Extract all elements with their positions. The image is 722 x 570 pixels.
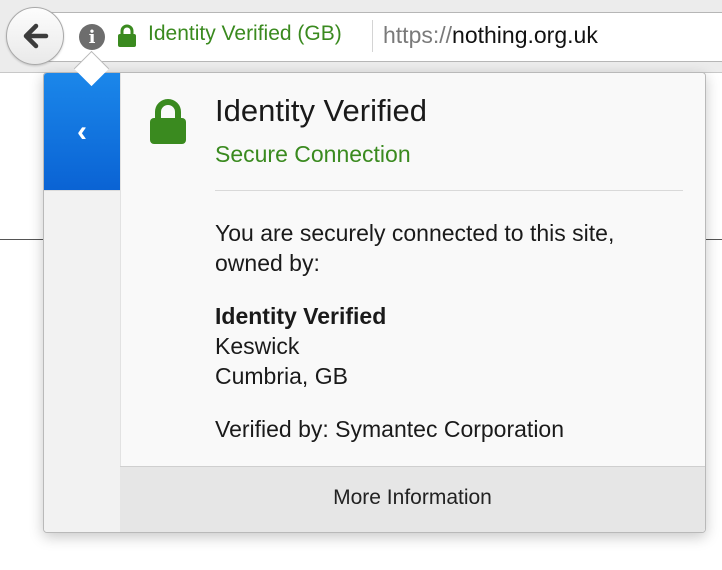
connection-description: You are securely connected to this site,…: [215, 220, 615, 276]
popup-main: Identity Verified Secure Connection You …: [120, 73, 705, 532]
chevron-left-icon: ‹: [77, 114, 87, 148]
side-separator: [44, 190, 120, 191]
identity-popup: ‹ Identity Verified Secure Connection Yo…: [43, 72, 706, 533]
info-icon[interactable]: i: [79, 24, 105, 50]
owner-city: Keswick: [215, 333, 300, 359]
back-arrow-icon: [23, 23, 49, 49]
identity-label[interactable]: Identity Verified (GB): [148, 22, 342, 46]
url-bar[interactable]: [40, 12, 722, 62]
popup-footer: More Information: [120, 466, 705, 532]
lock-icon: [118, 24, 136, 47]
more-information-button[interactable]: More Information: [120, 467, 705, 532]
url-domain: nothing.org.uk: [452, 22, 598, 48]
owner-region: Cumbria, GB: [215, 363, 348, 389]
back-button[interactable]: [6, 7, 64, 65]
owner-info: Identity Verified Keswick Cumbria, GB: [215, 301, 386, 391]
verified-by: Verified by: Symantec Corporation: [215, 416, 565, 442]
url-text[interactable]: https://nothing.org.uk: [383, 22, 598, 49]
popup-side-panel: ‹: [44, 73, 120, 532]
popup-divider: [215, 190, 683, 191]
owner-name: Identity Verified: [215, 303, 387, 329]
url-scheme: https://: [383, 22, 453, 48]
popup-subtitle: Secure Connection: [215, 141, 411, 167]
popup-title: Identity Verified: [215, 93, 427, 128]
popup-back-button[interactable]: ‹: [44, 73, 120, 190]
navigation-toolbar: i Identity Verified (GB) https://nothing…: [0, 0, 722, 73]
lock-icon: [150, 99, 186, 144]
url-separator: [372, 20, 373, 52]
